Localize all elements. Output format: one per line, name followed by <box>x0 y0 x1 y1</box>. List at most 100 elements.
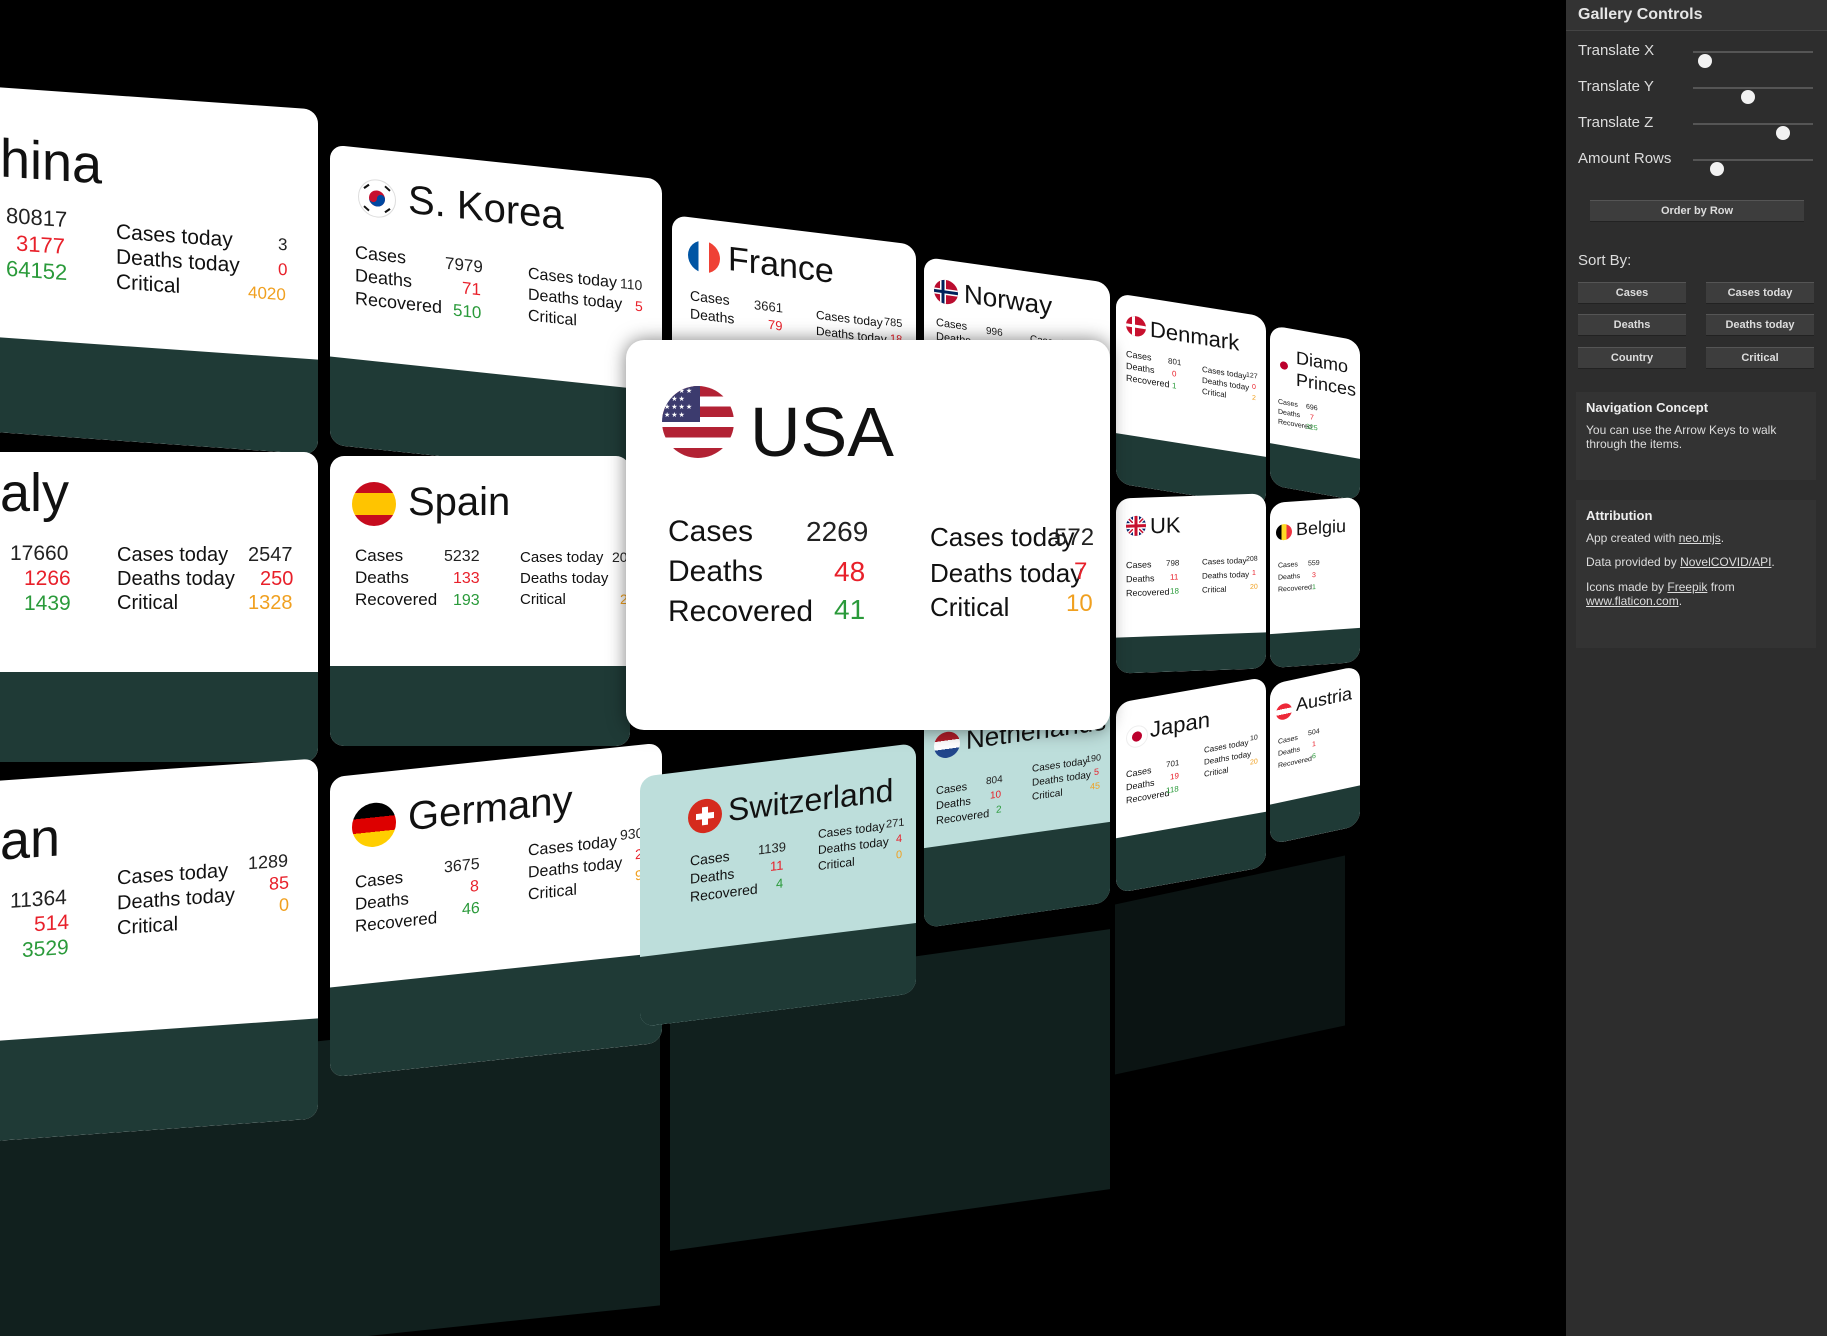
country-card-diamond-princess[interactable]: Diamo Princes Cases Deaths Recovered 696… <box>1270 325 1360 501</box>
deaths-value: 1266 <box>24 567 71 590</box>
cases-today-label: Cases today <box>1202 556 1247 567</box>
belgium-flag-icon <box>1276 523 1292 541</box>
recovered-value: 3529 <box>22 935 69 963</box>
deaths-today-value: 5 <box>1094 766 1100 778</box>
critical-label: Critical <box>520 591 566 608</box>
country-card-korea[interactable]: S. Korea Cases Deaths Recovered 7979 71 … <box>330 144 662 480</box>
country-card-switzerland[interactable]: Switzerland Cases Deaths Recovered 1139 … <box>640 743 916 1027</box>
recovered-label: Recovered <box>355 590 438 609</box>
country-card-iran[interactable]: an 11364 514 3529 Cases today Deaths tod… <box>0 758 318 1142</box>
recovered-label: Recovered <box>668 595 814 628</box>
sort-cases-button[interactable]: Cases <box>1578 282 1686 304</box>
deaths-today-value: 0 <box>1252 383 1256 392</box>
attribution-icons-prefix: Icons made by <box>1586 579 1668 594</box>
cases-today-value: 3 <box>278 234 288 255</box>
country-name: an <box>0 807 61 872</box>
deaths-today-value: 250 <box>260 568 294 590</box>
attribution-title: Attribution <box>1586 508 1653 523</box>
critical-value: 45 <box>1090 780 1101 792</box>
flaticon-link[interactable]: www.flaticon.com <box>1586 594 1679 608</box>
slider-thumb[interactable] <box>1698 54 1713 68</box>
cases-today-value: 2547 <box>248 544 293 566</box>
attribution-box: Attribution App created with neo.mjs. Da… <box>1576 500 1816 648</box>
slider-track[interactable] <box>1693 159 1813 176</box>
critical-value: 2 <box>1252 394 1256 403</box>
amount-rows-slider[interactable]: Amount Rows <box>1578 150 1818 176</box>
country-name: USA <box>750 393 894 471</box>
country-card-spain[interactable]: Spain Cases Deaths Recovered 5232 133 19… <box>330 456 630 746</box>
gallery-controls-panel: Gallery Controls Translate X Translate Y… <box>1566 0 1827 1336</box>
cases-label: Cases <box>1278 398 1298 409</box>
korea-flag-icon <box>358 177 396 220</box>
critical-value: 20 <box>1250 583 1258 591</box>
cases-today-value: 10 <box>1250 734 1258 743</box>
deaths-today-value: 85 <box>269 872 290 894</box>
country-name: S. Korea <box>408 177 564 239</box>
france-flag-icon <box>688 238 720 275</box>
sort-country-button[interactable]: Country <box>1578 347 1686 369</box>
deaths-label: Deaths <box>690 305 735 327</box>
deaths-today-label: Deaths today <box>117 568 235 590</box>
slider-track[interactable] <box>1693 123 1813 140</box>
country-name: hina <box>0 128 103 196</box>
recovered-label: Recovered <box>355 288 443 318</box>
slider-label: Translate X <box>1578 42 1655 59</box>
country-card-denmark[interactable]: Denmark Cases Deaths Recovered 801 0 1 C… <box>1116 293 1266 507</box>
cases-label: Cases <box>355 867 404 892</box>
recovered-value: 4 <box>776 875 784 892</box>
freepik-link[interactable]: Freepik <box>1667 580 1707 594</box>
cases-today-value: 208 <box>1246 555 1258 564</box>
country-card-japan[interactable]: Japan Cases Deaths Recovered 701 19 118 … <box>1116 676 1266 894</box>
neo-mjs-link[interactable]: neo.mjs <box>1679 531 1721 545</box>
cases-today-value: 110 <box>620 275 643 294</box>
navigation-concept-text: You can use the Arrow Keys to walk throu… <box>1586 423 1777 452</box>
sort-deaths-today-button[interactable]: Deaths today <box>1706 314 1814 336</box>
critical-value: 0 <box>279 894 290 916</box>
japan-flag-icon <box>1126 723 1148 750</box>
sort-cases-today-button[interactable]: Cases today <box>1706 282 1814 304</box>
country-card-italy[interactable]: aly 17660 1266 1439 Cases today Deaths t… <box>0 452 318 762</box>
cases-today-value: 190 <box>1086 752 1102 765</box>
country-card-germany[interactable]: Germany Cases Deaths Recovered 3675 8 46… <box>330 742 662 1078</box>
attribution-app-line: App created with neo.mjs. <box>1586 531 1725 545</box>
country-card-austria[interactable]: Austria Cases Deaths Recovered 504 1 6 <box>1270 665 1360 845</box>
sort-critical-button[interactable]: Critical <box>1706 347 1814 369</box>
critical-label: Critical <box>528 307 577 330</box>
country-card-china[interactable]: hina 80817 3177 64152 Cases today Deaths… <box>0 86 318 455</box>
critical-label: Critical <box>1202 584 1227 595</box>
gallery-stage[interactable]: hina 80817 3177 64152 Cases today Deaths… <box>0 0 1566 1336</box>
recovered-value: 18 <box>1170 586 1179 596</box>
deaths-value: 3177 <box>16 230 65 259</box>
navigation-concept-title: Navigation Concept <box>1586 400 1709 415</box>
cases-value: 804 <box>986 774 1003 788</box>
cases-value: 3661 <box>754 297 783 316</box>
critical-value: 1328 <box>248 592 293 614</box>
slider-thumb[interactable] <box>1740 90 1755 104</box>
sort-deaths-button[interactable]: Deaths <box>1578 314 1686 336</box>
cases-value: 504 <box>1308 728 1320 738</box>
deaths-value: 71 <box>462 278 481 300</box>
cases-label: Cases <box>936 781 968 798</box>
translate-x-slider[interactable]: Translate X <box>1578 42 1818 68</box>
cases-value: 696 <box>1306 403 1318 413</box>
slider-thumb[interactable] <box>1709 162 1724 176</box>
translate-z-slider[interactable]: Translate Z <box>1578 114 1818 140</box>
slider-track[interactable] <box>1693 87 1813 104</box>
novelcovid-api-link[interactable]: NovelCOVID/API <box>1680 555 1771 569</box>
cases-label: Cases <box>355 242 407 268</box>
country-card-belgium[interactable]: Belgiu Cases Deaths Recovered 559 3 1 <box>1270 496 1360 669</box>
country-name: Belgiu <box>1296 515 1347 540</box>
deaths-today-value: 1 <box>1252 569 1256 577</box>
usa-flag-icon: ★★★★ ★★★ ★★★★ ★★★ <box>662 386 734 458</box>
cases-value: 7979 <box>445 253 483 277</box>
translate-y-slider[interactable]: Translate Y <box>1578 78 1818 104</box>
slider-track[interactable] <box>1693 51 1813 68</box>
country-card-usa[interactable]: ★★★★ ★★★ ★★★★ ★★★ USA Cases Deaths Recovere… <box>626 340 1110 730</box>
country-name: France <box>728 239 834 291</box>
recovered-value: 6 <box>1312 752 1316 761</box>
critical-label: Critical <box>818 854 855 874</box>
order-by-row-button[interactable]: Order by Row <box>1590 200 1804 222</box>
country-card-uk[interactable]: UK Cases Deaths Recovered 798 11 18 Case… <box>1116 493 1266 674</box>
deaths-value: 133 <box>453 570 480 587</box>
slider-thumb[interactable] <box>1775 126 1790 140</box>
